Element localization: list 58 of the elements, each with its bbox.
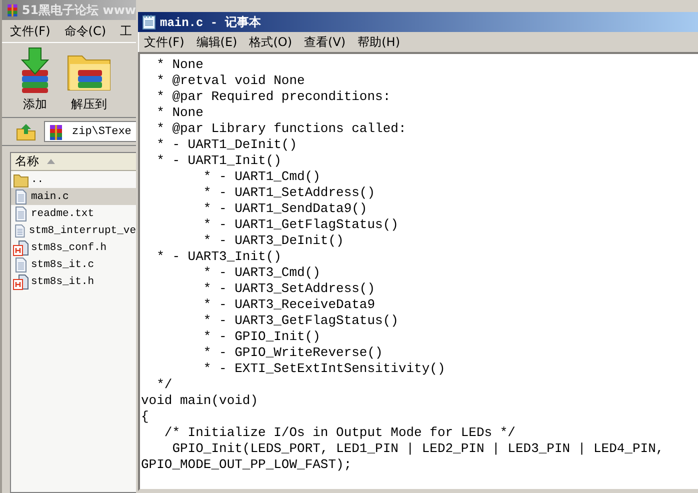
code-line: { bbox=[141, 409, 150, 425]
code-line: /* Initialize I/Os in Output Mode for LEDs */ bbox=[163, 425, 516, 441]
text-file-icon bbox=[13, 222, 27, 238]
file-item[interactable]: readme.txt bbox=[11, 205, 136, 222]
header-file-icon bbox=[13, 240, 29, 256]
notepad-icon bbox=[141, 14, 157, 30]
code-line: * None bbox=[156, 105, 204, 121]
menu-item[interactable]: 格式(O) bbox=[247, 32, 294, 52]
code-line: * - UART1_Init() bbox=[156, 153, 282, 169]
text-file-icon bbox=[13, 188, 29, 204]
code-line: * - UART1_Cmd() bbox=[202, 169, 322, 185]
code-line: GPIO_MODE_OUT_PP_LOW_FAST); bbox=[141, 457, 353, 473]
toolbar-button[interactable]: 添加 bbox=[14, 46, 56, 113]
code-line: * - UART3_Init() bbox=[156, 249, 282, 265]
code-line: * - GPIO_Init() bbox=[202, 329, 322, 345]
app-icon bbox=[6, 2, 19, 18]
code-line: * - UART1_GetFlagStatus() bbox=[202, 217, 400, 233]
header-file-icon bbox=[13, 274, 29, 290]
column-header[interactable]: 名称 bbox=[11, 153, 136, 171]
sort-arrow-icon bbox=[47, 159, 55, 164]
file-item[interactable]: main.c bbox=[11, 188, 136, 205]
text-file-icon bbox=[13, 256, 29, 272]
up-folder-icon bbox=[16, 122, 36, 140]
code-line: * - EXTI_SetExtIntSensitivity() bbox=[202, 361, 446, 377]
menu-item[interactable]: 文件(F) bbox=[8, 22, 52, 40]
code-line: * @par Required preconditions: bbox=[156, 89, 392, 105]
code-line: * - UART3_GetFlagStatus() bbox=[202, 313, 400, 329]
code-line: * - UART3_SetAddress() bbox=[202, 281, 376, 297]
code-line: void main(void) bbox=[141, 393, 260, 409]
menu-item[interactable]: 命令(C) bbox=[62, 22, 108, 40]
code-line: GPIO_Init(LEDS_PORT, LED1_PIN | LED2_PIN | LED3_PIN | LED4_PIN, bbox=[171, 441, 665, 457]
menu-item[interactable]: 文件(F) bbox=[142, 32, 186, 52]
file-item[interactable]: .. bbox=[11, 171, 136, 188]
code-line: * - UART1_SendData9() bbox=[202, 201, 368, 217]
archive-icon bbox=[48, 124, 64, 140]
file-item[interactable]: stm8s_it.h bbox=[11, 273, 136, 290]
text-file-icon bbox=[13, 206, 29, 222]
code-line: */ bbox=[156, 377, 174, 393]
file-item[interactable]: stm8s_conf.h bbox=[11, 239, 136, 256]
file-item[interactable]: stm8_interrupt_ve bbox=[11, 222, 136, 239]
file-item[interactable]: stm8s_it.c bbox=[11, 256, 136, 273]
code-line: * @retval void None bbox=[156, 73, 306, 89]
menu-item[interactable]: 编辑(E) bbox=[194, 32, 240, 52]
menu-item[interactable]: 工 bbox=[118, 22, 134, 40]
menu-item[interactable]: 帮助(H) bbox=[356, 32, 402, 52]
toolbar-button[interactable]: 解压到 bbox=[64, 46, 114, 113]
code-line: * - UART3_DeInit() bbox=[202, 233, 345, 249]
code-line: * - UART3_ReceiveData9 bbox=[202, 297, 376, 313]
code-line: * @par Library functions called: bbox=[156, 121, 408, 137]
path-field[interactable]: zip\STexe bbox=[44, 121, 136, 142]
menu-item[interactable]: 查看(V) bbox=[302, 32, 348, 52]
code-line: * None bbox=[156, 57, 204, 73]
window-title: main.c - 记事本 bbox=[160, 14, 261, 30]
window-title: 51黑电子论坛 www bbox=[22, 2, 136, 18]
code-line: * - GPIO_WriteReverse() bbox=[202, 345, 384, 361]
code-line: * - UART3_Cmd() bbox=[202, 265, 322, 281]
code-line: * - UART1_SetAddress() bbox=[202, 185, 376, 201]
code-line: * - UART1_DeInit() bbox=[156, 137, 298, 153]
